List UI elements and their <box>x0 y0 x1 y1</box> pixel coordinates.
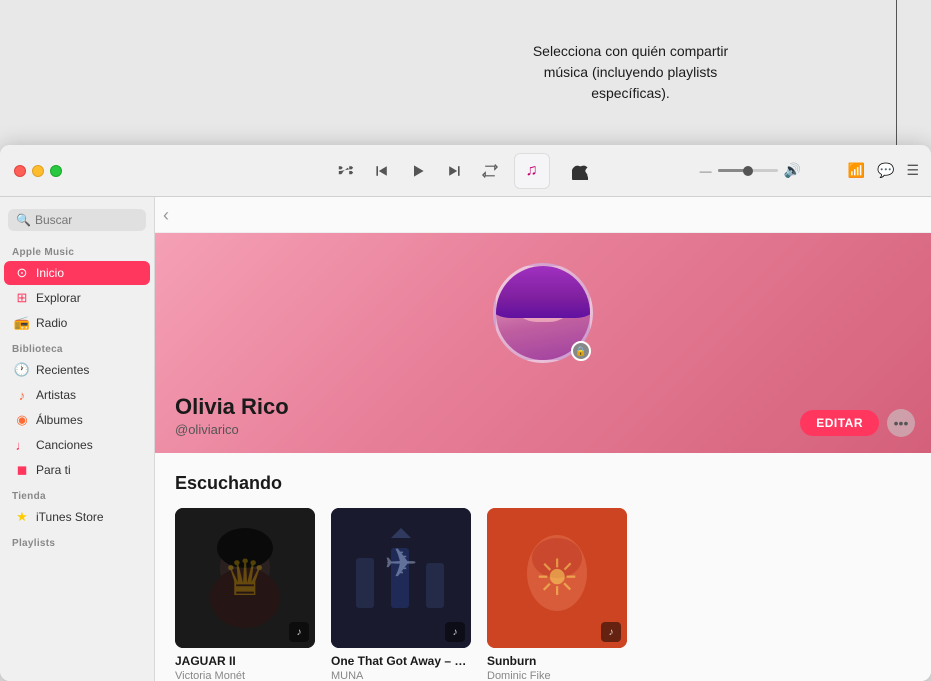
radio-icon: 📻 <box>14 315 30 331</box>
album-badge: ♪ <box>289 622 309 642</box>
home-icon: ⊙ <box>14 265 30 281</box>
list-item[interactable]: ♪ One That Got Away – Single MUNA <box>331 508 471 681</box>
album-badge: ♪ <box>445 622 465 642</box>
album-badge: ♪ <box>601 622 621 642</box>
sidebar-item-canciones-label: Canciones <box>36 438 93 452</box>
profile-actions: EDITAR ••• <box>800 409 915 437</box>
content-area: ‹ 🔒 Olivia Rico @oliviarico <box>155 197 931 681</box>
profile-avatar-container: 🔒 <box>493 263 593 363</box>
search-bar[interactable]: 🔍 <box>8 209 146 231</box>
album-art-sunburn: ♪ <box>487 508 627 648</box>
repeat-button[interactable] <box>478 161 502 181</box>
search-input[interactable] <box>35 213 138 227</box>
sidebar-item-inicio-label: Inicio <box>36 266 64 280</box>
list-item[interactable]: ♪ Sunburn Dominic Fike <box>487 508 627 681</box>
grid-icon: ⊞ <box>14 290 30 306</box>
more-options-button[interactable]: ••• <box>887 409 915 437</box>
volume-min-icon: — <box>700 164 712 178</box>
album-artist: MUNA <box>331 670 471 681</box>
traffic-lights <box>0 165 62 177</box>
section-label-biblioteca: Biblioteca <box>0 336 154 357</box>
sidebar-item-albumes[interactable]: ◉ Álbumes <box>4 408 150 432</box>
section-label-apple-music: Apple Music <box>0 239 154 260</box>
edit-button[interactable]: EDITAR <box>800 410 879 436</box>
sidebar-item-radio[interactable]: 📻 Radio <box>4 311 150 335</box>
annotation-tooltip: Selecciona con quién compartir música (i… <box>330 0 931 145</box>
sidebar-item-recientes[interactable]: 🕐 Recientes <box>4 358 150 382</box>
recent-icon: 🕐 <box>14 362 30 378</box>
section-title: Escuchando <box>175 473 911 494</box>
playback-controls: ♫ <box>334 153 598 189</box>
right-controls: 📶 💬 ☰ <box>846 160 921 181</box>
album-title: One That Got Away – Single <box>331 654 471 668</box>
sidebar-item-recientes-label: Recientes <box>36 363 89 377</box>
shuffle-button[interactable] <box>334 161 358 181</box>
lock-badge: 🔒 <box>571 341 591 361</box>
album-art-muna: ♪ <box>331 508 471 648</box>
annotation-text: Selecciona con quién compartir música (i… <box>533 41 728 104</box>
album-artist: Dominic Fike <box>487 670 627 681</box>
ellipsis-icon: ••• <box>894 415 909 431</box>
main-content: 🔍 Apple Music ⊙ Inicio ⊞ Explorar 📻 Radi… <box>0 197 931 681</box>
profile-header: 🔒 Olivia Rico @oliviarico EDITAR ••• <box>155 233 931 453</box>
sidebar-item-radio-label: Radio <box>36 316 67 330</box>
annotation-line <box>896 0 897 145</box>
listening-section: Escuchando <box>155 453 931 681</box>
lyrics-button[interactable]: 💬 <box>875 160 896 181</box>
apple-logo-button[interactable] <box>562 153 598 189</box>
sidebar-item-para-ti[interactable]: ◼ Para ti <box>4 458 150 482</box>
section-label-playlists: Playlists <box>0 530 154 551</box>
music-icon-button[interactable]: ♫ <box>514 153 550 189</box>
next-button[interactable] <box>442 161 466 181</box>
album-title: Sunburn <box>487 654 627 668</box>
profile-wrapper: 🔒 Olivia Rico @oliviarico EDITAR ••• <box>155 233 931 681</box>
sidebar-item-albumes-label: Álbumes <box>36 413 83 427</box>
album-artist: Victoria Monét <box>175 670 315 681</box>
sidebar-item-itunes-label: iTunes Store <box>36 510 104 524</box>
album-icon: ◉ <box>14 412 30 428</box>
sidebar-item-explorar[interactable]: ⊞ Explorar <box>4 286 150 310</box>
volume-control[interactable]: — 🔊 <box>700 162 801 179</box>
back-button[interactable]: ‹ <box>163 205 169 226</box>
store-icon: ★ <box>14 509 30 525</box>
volume-slider[interactable] <box>718 169 778 172</box>
sidebar-item-explorar-label: Explorar <box>36 291 81 305</box>
titlebar: ♫ — 🔊 📶 💬 ☰ <box>0 145 931 197</box>
search-icon: 🔍 <box>16 213 31 227</box>
sidebar-item-inicio[interactable]: ⊙ Inicio <box>4 261 150 285</box>
sidebar-item-para-ti-label: Para ti <box>36 463 71 477</box>
nav-back-container: ‹ <box>155 197 931 233</box>
section-label-tienda: Tienda <box>0 483 154 504</box>
maximize-button[interactable] <box>50 165 62 177</box>
play-button[interactable] <box>406 161 430 181</box>
close-button[interactable] <box>14 165 26 177</box>
profile-handle: @oliviarico <box>175 422 289 437</box>
sidebar-item-artistas-label: Artistas <box>36 388 76 402</box>
sidebar-item-artistas[interactable]: ♪ Artistas <box>4 383 150 407</box>
airplay-button[interactable]: 📶 <box>846 160 867 181</box>
profile-info: Olivia Rico @oliviarico <box>175 394 289 437</box>
for-you-icon: ◼ <box>14 462 30 478</box>
list-item[interactable]: ♪ JAGUAR II Victoria Monét <box>175 508 315 681</box>
minimize-button[interactable] <box>32 165 44 177</box>
songs-icon: ♩ <box>14 437 30 453</box>
prev-button[interactable] <box>370 161 394 181</box>
album-art-jaguar: ♪ <box>175 508 315 648</box>
queue-button[interactable]: ☰ <box>904 160 921 181</box>
artist-icon: ♪ <box>14 387 30 403</box>
sidebar-item-canciones[interactable]: ♩ Canciones <box>4 433 150 457</box>
albums-grid: ♪ JAGUAR II Victoria Monét <box>175 508 911 681</box>
sidebar-item-itunes-store[interactable]: ★ iTunes Store <box>4 505 150 529</box>
app-window: ♫ — 🔊 📶 💬 ☰ <box>0 145 931 681</box>
volume-max-icon: 🔊 <box>784 162 801 179</box>
album-title: JAGUAR II <box>175 654 315 668</box>
sidebar: 🔍 Apple Music ⊙ Inicio ⊞ Explorar 📻 Radi… <box>0 197 155 681</box>
profile-name: Olivia Rico <box>175 394 289 420</box>
